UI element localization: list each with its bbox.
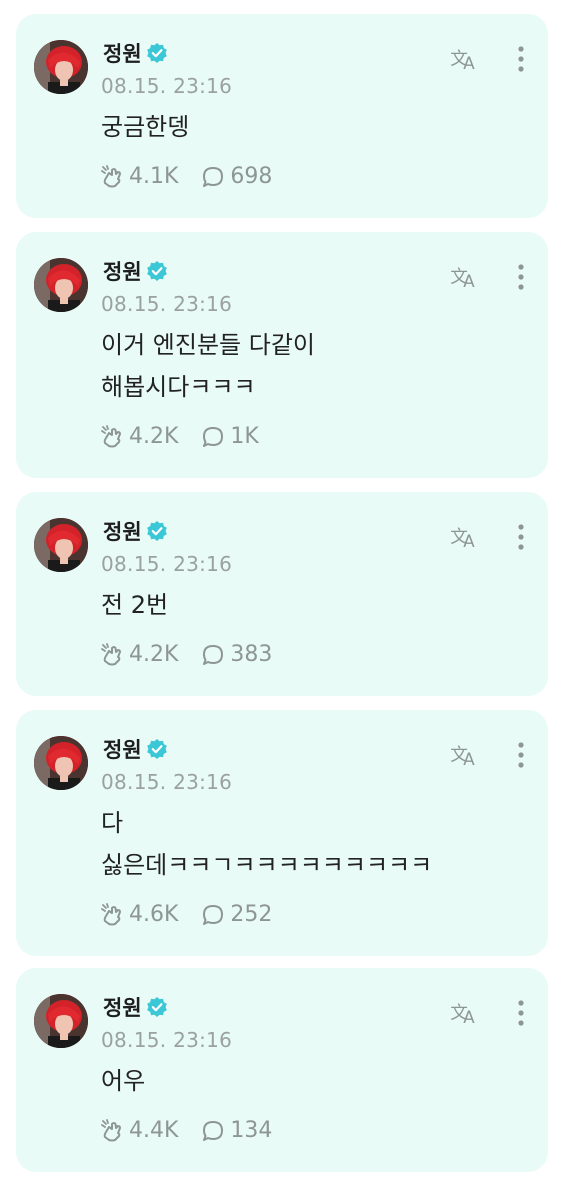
more-vertical-icon[interactable] bbox=[512, 262, 530, 292]
post-text-line: 싫은데ㅋㅋㄱㅋㅋㅋㅋㅋㅋㅋㅋㅋ bbox=[101, 851, 433, 879]
avatar[interactable] bbox=[34, 518, 88, 572]
verified-badge-icon bbox=[146, 43, 167, 63]
reaction-hand-icon bbox=[101, 164, 121, 187]
author-row[interactable]: 정원 bbox=[103, 516, 168, 546]
author-row[interactable]: 정원 bbox=[103, 38, 168, 68]
comment-bubble-icon bbox=[203, 166, 224, 187]
comment-bubble-icon bbox=[203, 644, 224, 665]
svg-text:A: A bbox=[463, 53, 475, 72]
author-name[interactable]: 정원 bbox=[103, 992, 142, 1022]
comment-count: 252 bbox=[230, 902, 273, 927]
verified-badge-icon bbox=[146, 521, 167, 541]
comment-button[interactable]: 383 bbox=[202, 642, 272, 667]
post-text-line: 궁금한뎅 bbox=[101, 113, 190, 141]
profile-picture bbox=[34, 258, 88, 312]
post-date: 08.15. 23:16 bbox=[101, 770, 233, 794]
svg-text:A: A bbox=[463, 271, 475, 290]
reaction-count: 4.1K bbox=[129, 164, 179, 189]
reaction-count: 4.2K bbox=[129, 424, 179, 449]
svg-text:A: A bbox=[463, 531, 475, 550]
post-text-line: 이거 엔진분들 다같이 bbox=[101, 331, 315, 359]
reaction-count: 4.4K bbox=[129, 1118, 179, 1143]
reaction-hand-icon bbox=[101, 1118, 121, 1141]
avatar[interactable] bbox=[34, 258, 88, 312]
post-feed: 정원 08.15. 23:16 궁금한뎅 文 A 4.1K 698 정원 08.15. 23:1… bbox=[0, 0, 564, 1200]
author-name[interactable]: 정원 bbox=[103, 38, 142, 68]
author-row[interactable]: 정원 bbox=[103, 734, 168, 764]
comment-count: 1K bbox=[230, 424, 259, 449]
translate-icon[interactable]: 文A bbox=[450, 1000, 482, 1026]
svg-text:A: A bbox=[463, 1007, 475, 1026]
post-card[interactable]: 정원 08.15. 23:16 이거 엔진분들 다같이해봅시다ㅋㅋㅋ 文 A 4.2K 1K bbox=[16, 232, 548, 478]
post-text: 궁금한뎅 bbox=[101, 106, 189, 148]
avatar[interactable] bbox=[34, 994, 88, 1048]
profile-picture bbox=[34, 40, 88, 94]
author-name[interactable]: 정원 bbox=[103, 734, 142, 764]
verified-badge-icon bbox=[146, 739, 167, 759]
comment-button[interactable]: 134 bbox=[202, 1118, 272, 1143]
reaction-button[interactable]: 4.4K bbox=[101, 1118, 178, 1143]
post-text: 전 2번 bbox=[101, 584, 168, 626]
reaction-button[interactable]: 4.2K bbox=[101, 642, 178, 667]
profile-picture bbox=[34, 518, 88, 572]
comment-count: 698 bbox=[230, 164, 273, 189]
post-text: 어우 bbox=[101, 1060, 145, 1102]
comment-button[interactable]: 252 bbox=[202, 902, 272, 927]
post-stats: 4.6K 252 bbox=[101, 902, 272, 927]
more-vertical-icon[interactable] bbox=[512, 522, 530, 552]
post-text: 다싫은데ㅋㅋㄱㅋㅋㅋㅋㅋㅋㅋㅋㅋ bbox=[101, 802, 432, 886]
verified-badge-icon bbox=[146, 261, 167, 281]
svg-text:A: A bbox=[463, 749, 475, 768]
post-stats: 4.4K 134 bbox=[101, 1118, 272, 1143]
profile-picture bbox=[34, 736, 88, 790]
post-date: 08.15. 23:16 bbox=[101, 292, 233, 316]
translate-icon[interactable]: 文A bbox=[450, 46, 482, 72]
avatar[interactable] bbox=[34, 736, 88, 790]
post-text-line: 다 bbox=[101, 809, 124, 837]
post-date: 08.15. 23:16 bbox=[101, 74, 233, 98]
reaction-hand-icon bbox=[101, 642, 121, 665]
translate-icon[interactable]: 文A bbox=[450, 742, 482, 768]
more-vertical-icon[interactable] bbox=[512, 740, 530, 770]
more-vertical-icon[interactable] bbox=[512, 44, 530, 74]
comment-bubble-icon bbox=[203, 1120, 224, 1141]
more-vertical-icon[interactable] bbox=[512, 998, 530, 1028]
reaction-button[interactable]: 4.1K bbox=[101, 164, 178, 189]
reaction-hand-icon bbox=[101, 424, 121, 447]
post-stats: 4.1K 698 bbox=[101, 164, 272, 189]
post-card[interactable]: 정원 08.15. 23:16 궁금한뎅 文 A 4.1K 698 bbox=[16, 14, 548, 218]
comment-button[interactable]: 698 bbox=[202, 164, 272, 189]
author-row[interactable]: 정원 bbox=[103, 256, 168, 286]
comment-bubble-icon bbox=[203, 426, 224, 447]
translate-icon[interactable]: 文A bbox=[450, 264, 482, 290]
comment-count: 383 bbox=[230, 642, 273, 667]
translate-icon[interactable]: 文A bbox=[450, 524, 482, 550]
reaction-count: 4.2K bbox=[129, 642, 179, 667]
post-date: 08.15. 23:16 bbox=[101, 1028, 233, 1052]
author-name[interactable]: 정원 bbox=[103, 256, 142, 286]
post-date: 08.15. 23:16 bbox=[101, 552, 233, 576]
avatar[interactable] bbox=[34, 40, 88, 94]
post-stats: 4.2K 1K bbox=[101, 424, 259, 449]
reaction-count: 4.6K bbox=[129, 902, 179, 927]
author-row[interactable]: 정원 bbox=[103, 992, 168, 1022]
author-name[interactable]: 정원 bbox=[103, 516, 142, 546]
post-text-line: 전 2번 bbox=[101, 591, 169, 619]
post-text-line: 어우 bbox=[101, 1067, 146, 1095]
profile-picture bbox=[34, 994, 88, 1048]
post-stats: 4.2K 383 bbox=[101, 642, 272, 667]
verified-badge-icon bbox=[146, 997, 167, 1017]
reaction-button[interactable]: 4.2K bbox=[101, 424, 178, 449]
comment-button[interactable]: 1K bbox=[202, 424, 259, 449]
post-card[interactable]: 정원 08.15. 23:16 전 2번 文 A 4.2K 383 bbox=[16, 492, 548, 696]
post-card[interactable]: 정원 08.15. 23:16 어우 文 A 4.4K 134 bbox=[16, 968, 548, 1172]
reaction-button[interactable]: 4.6K bbox=[101, 902, 178, 927]
reaction-hand-icon bbox=[101, 902, 121, 925]
comment-count: 134 bbox=[230, 1118, 273, 1143]
post-text-line: 해봅시다ㅋㅋㅋ bbox=[101, 373, 256, 401]
post-text: 이거 엔진분들 다같이해봅시다ㅋㅋㅋ bbox=[101, 324, 315, 408]
post-card[interactable]: 정원 08.15. 23:16 다싫은데ㅋㅋㄱㅋㅋㅋㅋㅋㅋㅋㅋㅋ 文 A 4.6K 252 bbox=[16, 710, 548, 956]
comment-bubble-icon bbox=[203, 904, 224, 925]
